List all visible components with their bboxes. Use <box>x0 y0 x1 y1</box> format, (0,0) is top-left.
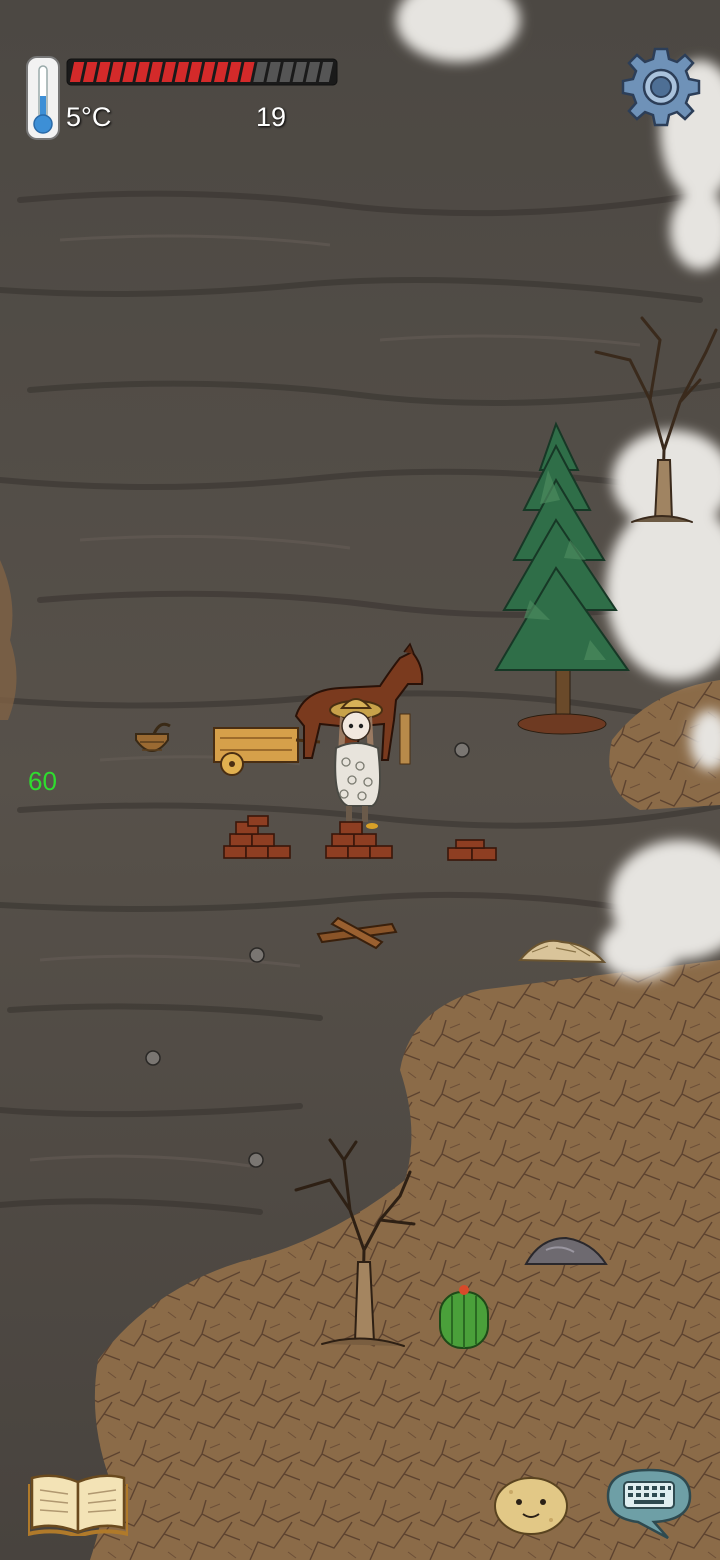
flint-stone[interactable] <box>145 742 470 1168</box>
face-icon[interactable] <box>493 1472 569 1536</box>
rock[interactable] <box>524 1236 608 1265</box>
bare-tree[interactable] <box>294 1138 416 1347</box>
straw-pile[interactable] <box>517 939 607 964</box>
brick-stack[interactable] <box>447 839 497 861</box>
brick-stack[interactable] <box>325 821 393 859</box>
cactus[interactable] <box>439 1285 489 1349</box>
counter-readout: 19 <box>256 102 287 132</box>
book-icon[interactable] <box>28 1470 128 1536</box>
brick-stack[interactable] <box>223 815 291 859</box>
keyboard-chat-icon[interactable] <box>606 1466 692 1540</box>
temperature-readout: 5°C <box>66 102 112 132</box>
pine-tree[interactable] <box>494 421 630 735</box>
basket[interactable] <box>135 722 171 752</box>
health-bar <box>66 58 338 86</box>
firewood[interactable] <box>316 916 398 950</box>
horse-cart[interactable] <box>213 642 424 776</box>
thermometer-icon <box>26 56 60 140</box>
fps-counter: 60 <box>28 766 57 796</box>
gear-icon[interactable] <box>620 46 702 128</box>
bare-tree[interactable] <box>594 316 718 523</box>
game-world[interactable] <box>0 0 720 1560</box>
